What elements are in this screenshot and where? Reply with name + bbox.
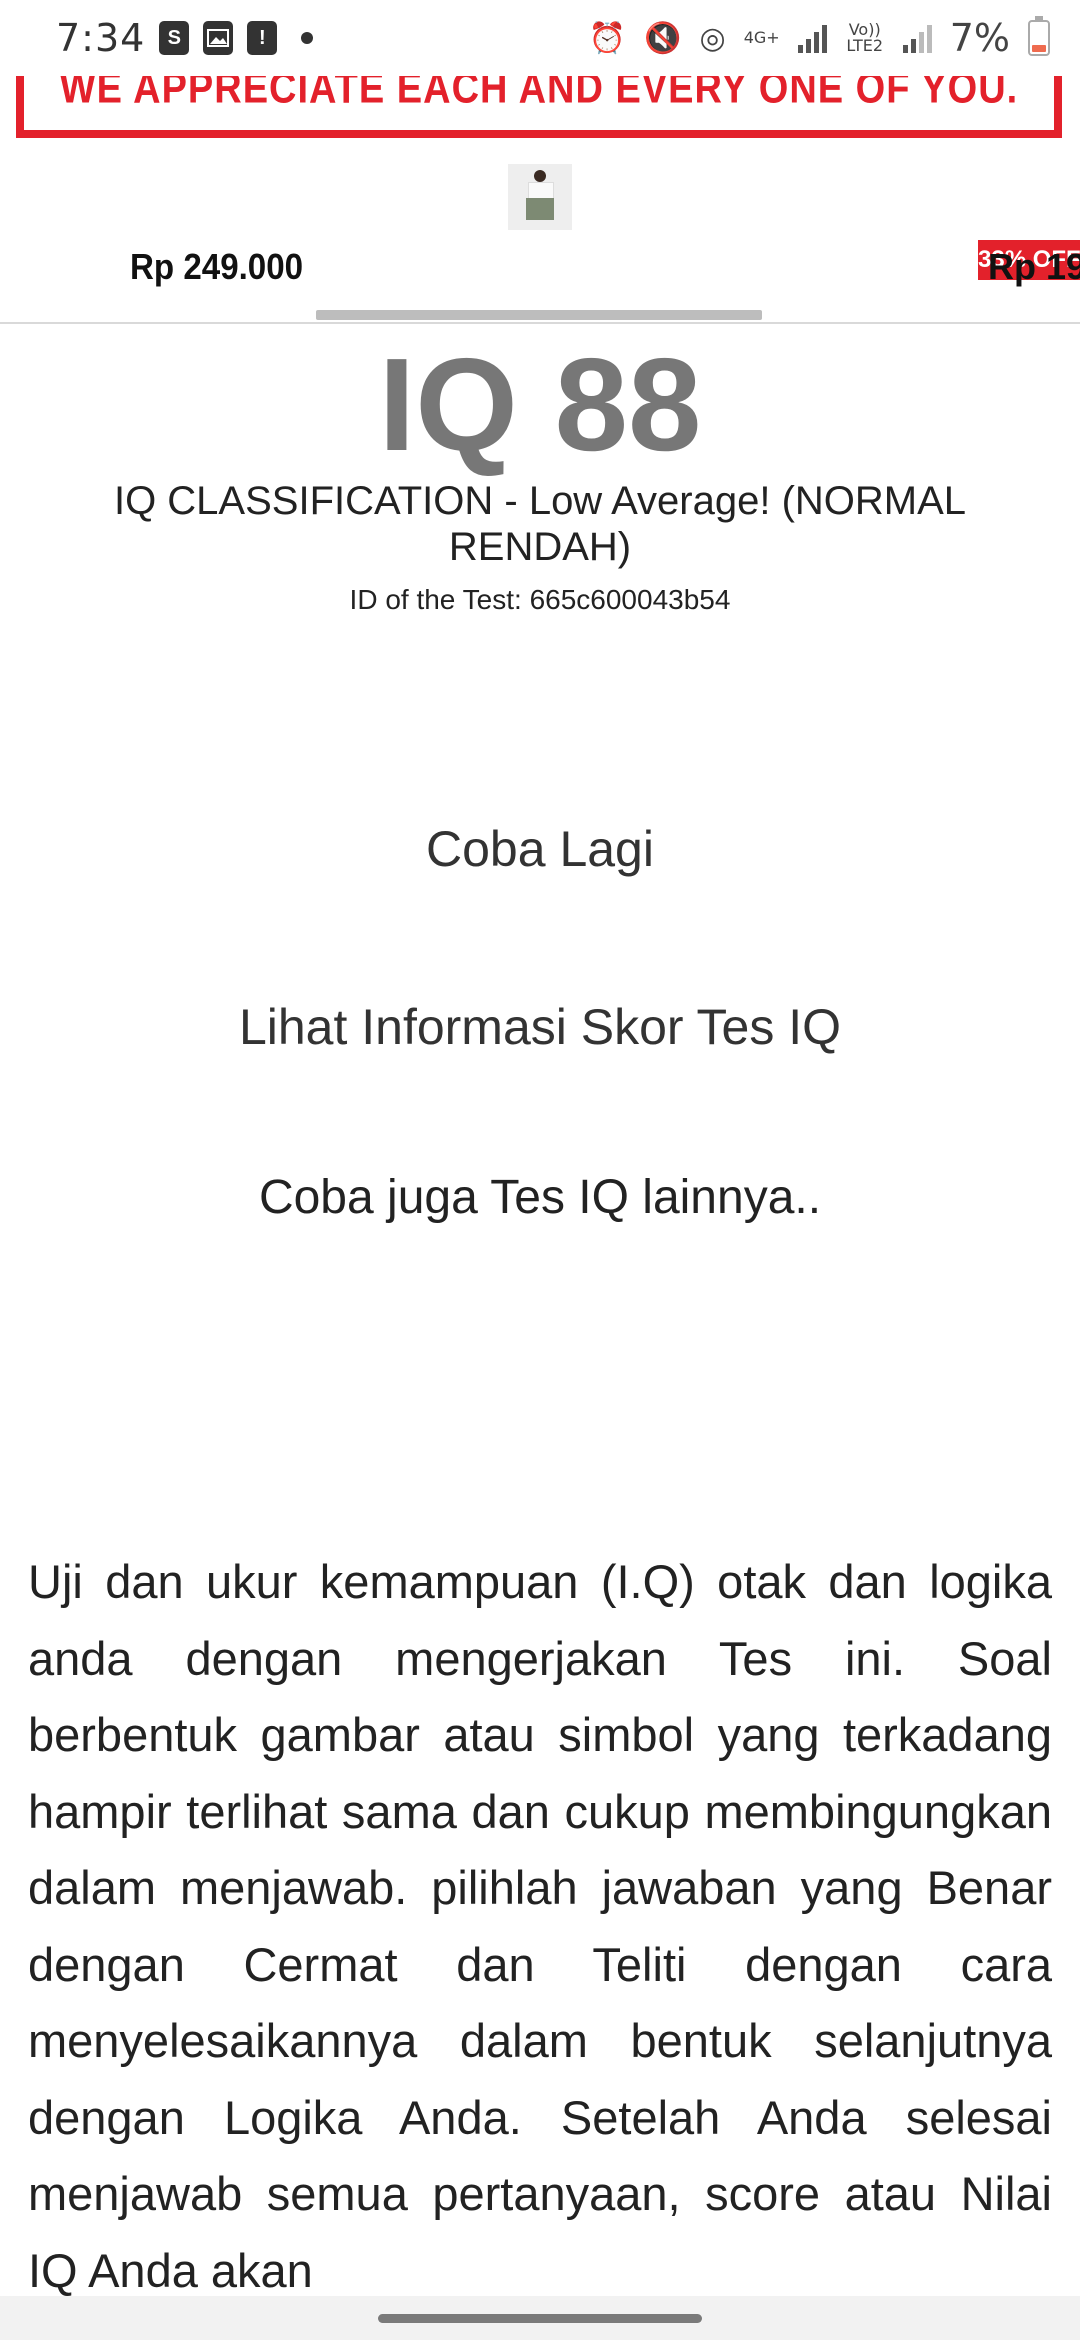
ad-price-left: Rp 249.000 (130, 246, 304, 287)
ad-price-right: Rp 19 (988, 246, 1080, 287)
iq-classification: IQ CLASSIFICATION - Low Average! (NORMAL… (113, 479, 967, 569)
retry-link[interactable]: Coba Lagi (0, 820, 1080, 878)
score-info-link[interactable]: Lihat Informasi Skor Tes IQ (0, 998, 1080, 1056)
ad-product-image[interactable] (508, 164, 572, 230)
ad-banner[interactable]: WE APPRECIATE EACH AND EVERY ONE OF YOU.… (0, 76, 1080, 324)
shopee-icon: S (159, 21, 190, 55)
mute-icon: 🔇 (644, 20, 682, 56)
notification-dot-icon (301, 32, 314, 44)
ad-slogan: WE APPRECIATE EACH AND EVERY ONE OF YOU. (59, 76, 1019, 114)
status-bar-right: ⏰ 🔇 ◎ 4G+ Vo)) LTE2 7% (589, 16, 1050, 60)
status-bar: 7:34 S ! ⏰ 🔇 ◎ 4G+ Vo)) LTE2 7% (0, 0, 1080, 76)
test-id: ID of the Test: 665c600043b54 (349, 584, 731, 615)
battery-icon (1028, 16, 1050, 56)
gesture-handle[interactable] (378, 2314, 702, 2323)
network-type: 4G+ (743, 28, 780, 47)
status-bar-left: 7:34 S ! (56, 16, 314, 60)
ad-slogan-frame: WE APPRECIATE EACH AND EVERY ONE OF YOU. (16, 76, 1062, 138)
iq-score: IQ 88 (378, 331, 702, 478)
status-time: 7:34 (56, 16, 146, 60)
ad-carousel-scrollbar[interactable] (316, 310, 762, 320)
test-description: Uji dan ukur kemampuan (I.Q) otak dan lo… (28, 1555, 1052, 2297)
alarm-icon: ⏰ (588, 20, 627, 56)
gallery-icon (203, 21, 234, 55)
hotspot-icon: ◎ (699, 20, 726, 56)
battery-percent: 7% (949, 16, 1010, 60)
alert-icon: ! (247, 21, 278, 55)
signal-2-icon (902, 23, 932, 53)
signal-icon (797, 23, 827, 53)
volte-label: Vo)) LTE2 (846, 20, 884, 55)
other-tests-link[interactable]: Coba juga Tes IQ lainnya.. (0, 1170, 1080, 1225)
